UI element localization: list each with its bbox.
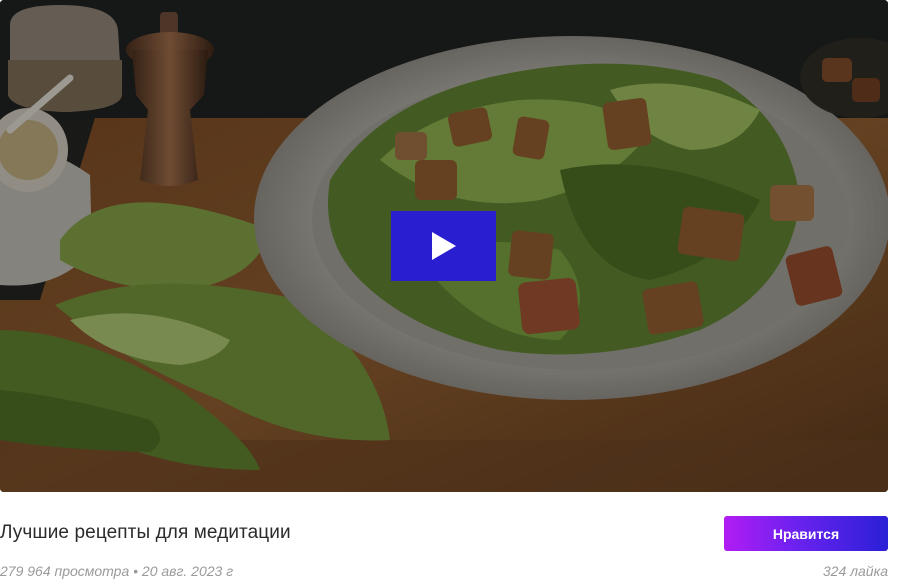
video-title[interactable]: Лучшие рецепты для медитации xyxy=(0,522,291,544)
play-icon xyxy=(431,232,456,260)
video-meta: 279 964 просмотра • 20 авг. 2023 г xyxy=(0,563,234,579)
video-player[interactable] xyxy=(0,0,888,492)
play-button[interactable] xyxy=(391,211,496,281)
like-button[interactable]: Нравится xyxy=(724,516,888,551)
likes-count: 324 лайка xyxy=(822,563,888,579)
